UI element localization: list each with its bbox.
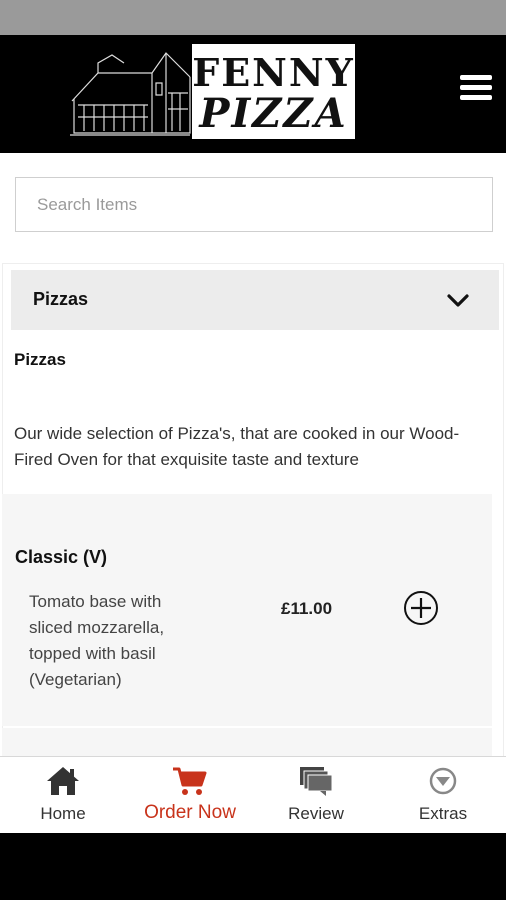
review-icon (300, 767, 333, 796)
status-bar (0, 0, 506, 35)
main-content: Pizzas Pizzas Our wide selection of Pizz… (0, 153, 506, 756)
section-title: Pizzas (14, 350, 66, 369)
nav-order-now[interactable]: Order Now (127, 757, 253, 834)
cart-icon (173, 767, 207, 795)
item-description: Tomato base with sliced mozzarella, topp… (29, 592, 165, 689)
search-input[interactable] (15, 177, 493, 232)
menu-item-card-next (2, 728, 492, 756)
system-navigation-bar (0, 833, 506, 900)
chevron-down-icon (447, 294, 469, 307)
brand-name-line2: PIZZA (199, 90, 348, 137)
menu-item-card: Classic (V) Tomato base with sliced mozz… (2, 494, 492, 726)
house-logo (68, 43, 192, 139)
nav-extras[interactable]: Extras (380, 757, 506, 834)
extras-icon (429, 767, 457, 795)
category-accordion-header[interactable]: Pizzas (11, 270, 499, 330)
nav-order-now-label: Order Now (144, 802, 236, 823)
bottom-navigation: Home Order Now Review Extras (0, 756, 506, 833)
nav-review[interactable]: Review (253, 757, 379, 834)
brand-logo[interactable]: FENNY PIZZA (192, 44, 355, 139)
item-name: Classic (V) (15, 547, 108, 567)
menu-icon[interactable] (460, 75, 492, 103)
nav-extras-label: Extras (418, 804, 468, 823)
section-description: Our wide selection of Pizza's, that are … (14, 424, 460, 469)
nav-home[interactable]: Home (0, 757, 126, 834)
app-header: FENNY PIZZA (0, 35, 506, 153)
category-title: Pizzas (33, 289, 89, 309)
home-icon (47, 767, 79, 795)
item-price: £11.00 (281, 599, 333, 618)
nav-home-label: Home (40, 804, 86, 823)
nav-review-label: Review (288, 804, 344, 823)
brand-name-line1: FENNY (192, 50, 355, 95)
add-circle-icon[interactable] (403, 590, 439, 626)
